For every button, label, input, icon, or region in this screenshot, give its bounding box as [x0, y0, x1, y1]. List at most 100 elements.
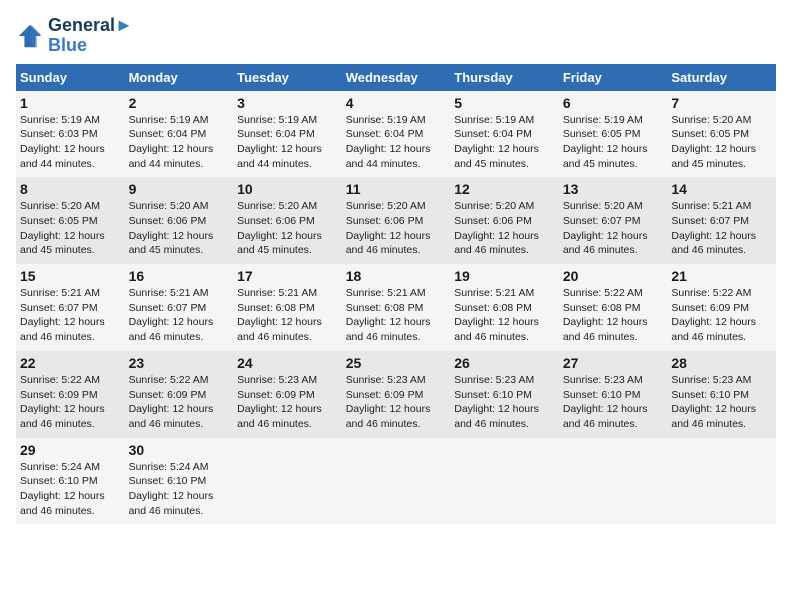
logo: General► Blue: [16, 16, 133, 56]
calendar-cell: 23 Sunrise: 5:22 AM Sunset: 6:09 PM Dayl…: [125, 351, 234, 438]
logo-icon: [16, 22, 44, 50]
weekday-header: Thursday: [450, 64, 559, 91]
calendar-week-row: 15 Sunrise: 5:21 AM Sunset: 6:07 PM Dayl…: [16, 264, 776, 351]
day-info: Sunrise: 5:24 AM Sunset: 6:10 PM Dayligh…: [129, 460, 230, 519]
day-number: 25: [346, 355, 447, 371]
calendar-cell: [450, 438, 559, 525]
day-info: Sunrise: 5:21 AM Sunset: 6:08 PM Dayligh…: [454, 286, 555, 345]
calendar-cell: 6 Sunrise: 5:19 AM Sunset: 6:05 PM Dayli…: [559, 91, 668, 178]
weekday-header: Saturday: [667, 64, 776, 91]
weekday-header: Friday: [559, 64, 668, 91]
day-info: Sunrise: 5:20 AM Sunset: 6:06 PM Dayligh…: [346, 199, 447, 258]
day-info: Sunrise: 5:19 AM Sunset: 6:03 PM Dayligh…: [20, 113, 121, 172]
calendar-cell: 5 Sunrise: 5:19 AM Sunset: 6:04 PM Dayli…: [450, 91, 559, 178]
logo-text: General► Blue: [48, 16, 133, 56]
day-number: 9: [129, 181, 230, 197]
calendar-cell: 14 Sunrise: 5:21 AM Sunset: 6:07 PM Dayl…: [667, 177, 776, 264]
day-info: Sunrise: 5:20 AM Sunset: 6:07 PM Dayligh…: [563, 199, 664, 258]
day-info: Sunrise: 5:22 AM Sunset: 6:08 PM Dayligh…: [563, 286, 664, 345]
calendar-cell: 7 Sunrise: 5:20 AM Sunset: 6:05 PM Dayli…: [667, 91, 776, 178]
calendar-cell: 24 Sunrise: 5:23 AM Sunset: 6:09 PM Dayl…: [233, 351, 342, 438]
calendar-week-row: 22 Sunrise: 5:22 AM Sunset: 6:09 PM Dayl…: [16, 351, 776, 438]
calendar-cell: 4 Sunrise: 5:19 AM Sunset: 6:04 PM Dayli…: [342, 91, 451, 178]
day-number: 14: [671, 181, 772, 197]
calendar-cell: [667, 438, 776, 525]
calendar-cell: 10 Sunrise: 5:20 AM Sunset: 6:06 PM Dayl…: [233, 177, 342, 264]
day-number: 24: [237, 355, 338, 371]
calendar-cell: 13 Sunrise: 5:20 AM Sunset: 6:07 PM Dayl…: [559, 177, 668, 264]
day-info: Sunrise: 5:19 AM Sunset: 6:04 PM Dayligh…: [237, 113, 338, 172]
day-number: 11: [346, 181, 447, 197]
day-info: Sunrise: 5:19 AM Sunset: 6:04 PM Dayligh…: [129, 113, 230, 172]
day-info: Sunrise: 5:24 AM Sunset: 6:10 PM Dayligh…: [20, 460, 121, 519]
day-info: Sunrise: 5:22 AM Sunset: 6:09 PM Dayligh…: [671, 286, 772, 345]
day-number: 17: [237, 268, 338, 284]
day-info: Sunrise: 5:22 AM Sunset: 6:09 PM Dayligh…: [20, 373, 121, 432]
day-number: 19: [454, 268, 555, 284]
calendar-cell: 28 Sunrise: 5:23 AM Sunset: 6:10 PM Dayl…: [667, 351, 776, 438]
calendar-cell: 27 Sunrise: 5:23 AM Sunset: 6:10 PM Dayl…: [559, 351, 668, 438]
calendar-cell: 21 Sunrise: 5:22 AM Sunset: 6:09 PM Dayl…: [667, 264, 776, 351]
calendar-cell: 19 Sunrise: 5:21 AM Sunset: 6:08 PM Dayl…: [450, 264, 559, 351]
day-info: Sunrise: 5:20 AM Sunset: 6:05 PM Dayligh…: [20, 199, 121, 258]
day-info: Sunrise: 5:21 AM Sunset: 6:08 PM Dayligh…: [237, 286, 338, 345]
day-number: 1: [20, 95, 121, 111]
calendar-cell: 1 Sunrise: 5:19 AM Sunset: 6:03 PM Dayli…: [16, 91, 125, 178]
calendar-cell: 3 Sunrise: 5:19 AM Sunset: 6:04 PM Dayli…: [233, 91, 342, 178]
calendar-cell: 15 Sunrise: 5:21 AM Sunset: 6:07 PM Dayl…: [16, 264, 125, 351]
calendar-cell: 12 Sunrise: 5:20 AM Sunset: 6:06 PM Dayl…: [450, 177, 559, 264]
weekday-header: Monday: [125, 64, 234, 91]
day-number: 6: [563, 95, 664, 111]
day-number: 18: [346, 268, 447, 284]
day-number: 27: [563, 355, 664, 371]
day-info: Sunrise: 5:20 AM Sunset: 6:06 PM Dayligh…: [129, 199, 230, 258]
calendar-cell: [342, 438, 451, 525]
day-info: Sunrise: 5:23 AM Sunset: 6:10 PM Dayligh…: [563, 373, 664, 432]
calendar-cell: 30 Sunrise: 5:24 AM Sunset: 6:10 PM Dayl…: [125, 438, 234, 525]
calendar-cell: 17 Sunrise: 5:21 AM Sunset: 6:08 PM Dayl…: [233, 264, 342, 351]
day-info: Sunrise: 5:23 AM Sunset: 6:09 PM Dayligh…: [237, 373, 338, 432]
calendar-cell: 2 Sunrise: 5:19 AM Sunset: 6:04 PM Dayli…: [125, 91, 234, 178]
calendar-cell: 20 Sunrise: 5:22 AM Sunset: 6:08 PM Dayl…: [559, 264, 668, 351]
calendar-cell: 29 Sunrise: 5:24 AM Sunset: 6:10 PM Dayl…: [16, 438, 125, 525]
calendar-cell: 18 Sunrise: 5:21 AM Sunset: 6:08 PM Dayl…: [342, 264, 451, 351]
calendar-cell: 16 Sunrise: 5:21 AM Sunset: 6:07 PM Dayl…: [125, 264, 234, 351]
day-number: 20: [563, 268, 664, 284]
day-info: Sunrise: 5:21 AM Sunset: 6:07 PM Dayligh…: [129, 286, 230, 345]
calendar-cell: [559, 438, 668, 525]
day-info: Sunrise: 5:20 AM Sunset: 6:05 PM Dayligh…: [671, 113, 772, 172]
day-number: 21: [671, 268, 772, 284]
day-info: Sunrise: 5:20 AM Sunset: 6:06 PM Dayligh…: [237, 199, 338, 258]
calendar-cell: 9 Sunrise: 5:20 AM Sunset: 6:06 PM Dayli…: [125, 177, 234, 264]
day-info: Sunrise: 5:21 AM Sunset: 6:07 PM Dayligh…: [20, 286, 121, 345]
calendar-week-row: 29 Sunrise: 5:24 AM Sunset: 6:10 PM Dayl…: [16, 438, 776, 525]
calendar-cell: 25 Sunrise: 5:23 AM Sunset: 6:09 PM Dayl…: [342, 351, 451, 438]
day-info: Sunrise: 5:19 AM Sunset: 6:04 PM Dayligh…: [346, 113, 447, 172]
weekday-header: Sunday: [16, 64, 125, 91]
day-number: 10: [237, 181, 338, 197]
day-number: 2: [129, 95, 230, 111]
calendar-cell: 22 Sunrise: 5:22 AM Sunset: 6:09 PM Dayl…: [16, 351, 125, 438]
day-info: Sunrise: 5:19 AM Sunset: 6:04 PM Dayligh…: [454, 113, 555, 172]
calendar-cell: [233, 438, 342, 525]
day-number: 3: [237, 95, 338, 111]
weekday-header: Tuesday: [233, 64, 342, 91]
weekday-header: Wednesday: [342, 64, 451, 91]
calendar-cell: 26 Sunrise: 5:23 AM Sunset: 6:10 PM Dayl…: [450, 351, 559, 438]
calendar-week-row: 8 Sunrise: 5:20 AM Sunset: 6:05 PM Dayli…: [16, 177, 776, 264]
day-number: 8: [20, 181, 121, 197]
day-number: 5: [454, 95, 555, 111]
calendar-cell: 8 Sunrise: 5:20 AM Sunset: 6:05 PM Dayli…: [16, 177, 125, 264]
weekday-header-row: SundayMondayTuesdayWednesdayThursdayFrid…: [16, 64, 776, 91]
calendar-cell: 11 Sunrise: 5:20 AM Sunset: 6:06 PM Dayl…: [342, 177, 451, 264]
day-number: 15: [20, 268, 121, 284]
day-info: Sunrise: 5:20 AM Sunset: 6:06 PM Dayligh…: [454, 199, 555, 258]
day-info: Sunrise: 5:21 AM Sunset: 6:07 PM Dayligh…: [671, 199, 772, 258]
day-number: 22: [20, 355, 121, 371]
day-number: 30: [129, 442, 230, 458]
day-number: 29: [20, 442, 121, 458]
day-number: 7: [671, 95, 772, 111]
calendar-table: SundayMondayTuesdayWednesdayThursdayFrid…: [16, 64, 776, 525]
day-info: Sunrise: 5:23 AM Sunset: 6:10 PM Dayligh…: [671, 373, 772, 432]
day-number: 23: [129, 355, 230, 371]
